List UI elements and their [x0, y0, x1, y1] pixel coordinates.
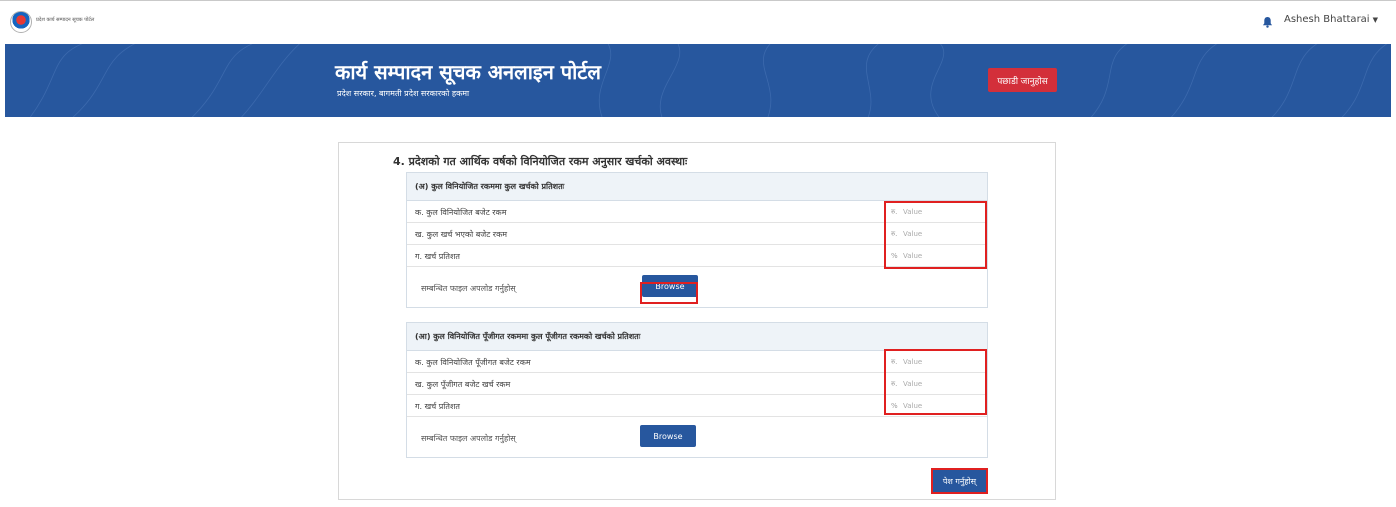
spent-budget-input[interactable] — [903, 227, 983, 241]
row-label: ख. कुल पूँजीगत बजेट खर्च रकम — [415, 380, 511, 389]
section-title: 4. प्रदेशको गत आर्थिक वर्षको विनियोजित र… — [393, 155, 688, 168]
row-label: ग. खर्च प्रतिशत — [415, 402, 460, 411]
page-subtitle: प्रदेश सरकार, बागमती प्रदेश सरकारको हकमा — [337, 89, 470, 98]
row-label: ख. कुल खर्च भएको बजेट रकम — [415, 230, 507, 239]
emblem-logo-icon[interactable] — [10, 11, 32, 33]
allocated-capital-input[interactable] — [903, 355, 983, 369]
user-name: Ashesh Bhattarai — [1284, 14, 1370, 25]
back-button[interactable]: पछाडी जानुहोस — [988, 68, 1057, 92]
currency-unit: रु. — [891, 380, 898, 388]
upload-row: सम्बन्धित फाइल अपलोड गर्नुहोस् Browse — [407, 267, 987, 307]
row-label: ग. खर्च प्रतिशत — [415, 252, 460, 261]
table-row: क. कुल विनियोजित बजेट रकम रु. — [407, 201, 987, 223]
panel-capital-expenditure: (आ) कुल विनियोजित पूँजीगत रकममा कुल पूँज… — [406, 322, 988, 458]
banner-contour-pattern — [29, 44, 1388, 117]
currency-unit: रु. — [891, 358, 898, 366]
upload-row: सम्बन्धित फाइल अपलोड गर्नुहोस् Browse — [407, 417, 987, 457]
user-menu[interactable]: Ashesh Bhattarai ▼ — [1284, 14, 1378, 25]
panel-heading: (आ) कुल विनियोजित पूँजीगत रकममा कुल पूँज… — [407, 323, 987, 351]
submit-button[interactable]: पेश गर्नुहोस् — [931, 468, 988, 494]
expense-percent-input[interactable] — [903, 249, 983, 263]
table-row: ख. कुल पूँजीगत बजेट खर्च रकम रु. — [407, 373, 987, 395]
portal-banner — [5, 44, 1391, 117]
allocated-budget-input[interactable] — [903, 205, 983, 219]
spent-capital-input[interactable] — [903, 377, 983, 391]
browse-button[interactable]: Browse — [640, 425, 696, 447]
top-navbar: प्रदेश कार्य सम्पादन सूचक पोर्टल Ashesh … — [0, 0, 1396, 44]
currency-unit: रु. — [891, 230, 898, 238]
table-row: क. कुल विनियोजित पूँजीगत बजेट रकम रु. — [407, 351, 987, 373]
page-title: कार्य सम्पादन सूचक अनलाइन पोर्टल — [335, 60, 601, 84]
table-row: ग. खर्च प्रतिशत % — [407, 245, 987, 267]
currency-unit: रु. — [891, 208, 898, 216]
upload-label: सम्बन्धित फाइल अपलोड गर्नुहोस् — [421, 284, 516, 293]
panel-total-expenditure: (अ) कुल विनियोजित रकममा कुल खर्चको प्रति… — [406, 172, 988, 308]
upload-label: सम्बन्धित फाइल अपलोड गर्नुहोस् — [421, 434, 516, 443]
caret-down-icon: ▼ — [1372, 16, 1378, 24]
panel-heading: (अ) कुल विनियोजित रकममा कुल खर्चको प्रति… — [407, 173, 987, 201]
browse-button[interactable]: Browse — [642, 275, 698, 297]
capital-percent-input[interactable] — [903, 399, 983, 413]
table-row: ख. कुल खर्च भएको बजेट रकम रु. — [407, 223, 987, 245]
table-row: ग. खर्च प्रतिशत % — [407, 395, 987, 417]
percent-unit: % — [891, 252, 898, 260]
bell-icon[interactable] — [1262, 16, 1273, 28]
logo-text: प्रदेश कार्य सम्पादन सूचक पोर्टल — [36, 17, 95, 23]
row-label: क. कुल विनियोजित पूँजीगत बजेट रकम — [415, 358, 531, 367]
row-label: क. कुल विनियोजित बजेट रकम — [415, 208, 507, 217]
percent-unit: % — [891, 402, 898, 410]
